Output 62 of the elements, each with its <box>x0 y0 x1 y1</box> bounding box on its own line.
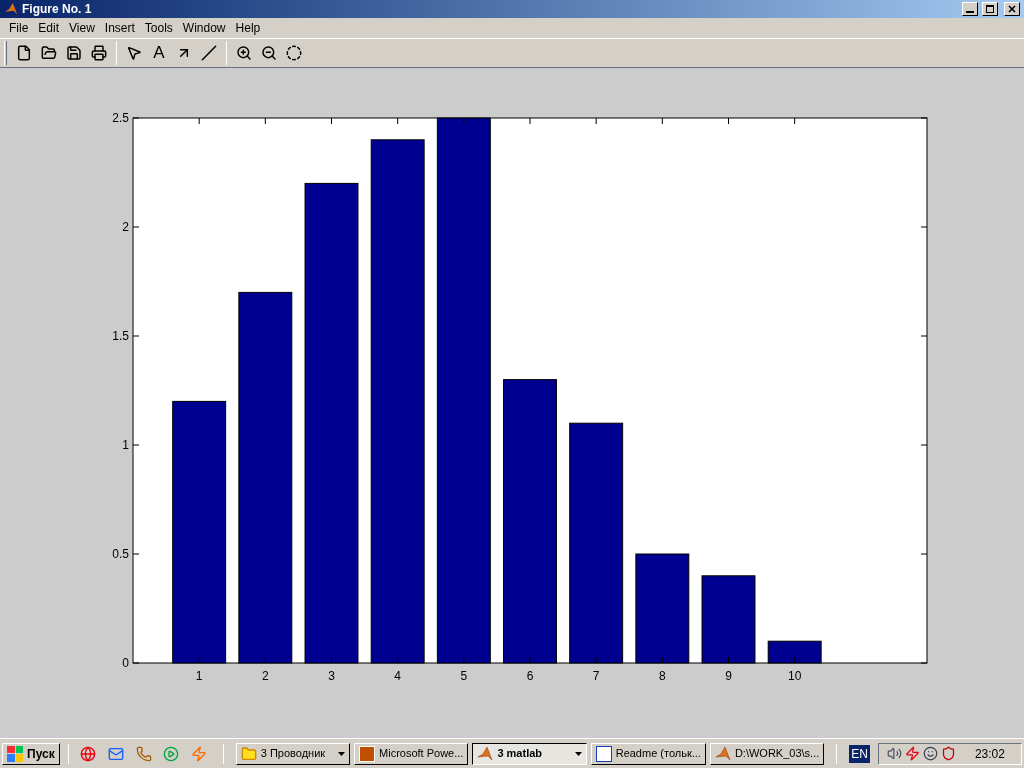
task-button[interactable]: Readme (тольк... <box>590 742 706 765</box>
minimize-button[interactable] <box>962 2 978 16</box>
text-tool-button[interactable]: A <box>147 41 171 65</box>
face-icon[interactable] <box>922 746 938 761</box>
task-button[interactable]: 3 Проводник <box>235 742 351 765</box>
menu-item[interactable]: Tools <box>139 19 178 37</box>
x-tick-label: 8 <box>659 669 666 683</box>
task-button[interactable]: Microsoft Powe... <box>354 742 469 765</box>
close-button[interactable] <box>1004 2 1020 16</box>
shield-icon[interactable] <box>940 746 956 761</box>
x-tick-label: 9 <box>725 669 732 683</box>
play-icon <box>163 745 180 762</box>
line-icon <box>201 45 217 61</box>
speaker-icon[interactable] <box>886 746 902 761</box>
pointer-icon <box>126 45 142 61</box>
x-tick-label: 2 <box>262 669 269 683</box>
menu-item[interactable]: Insert <box>99 19 140 37</box>
lightning-icon <box>190 745 207 762</box>
peak-logo-icon <box>714 745 731 762</box>
x-tick-label: 6 <box>526 669 534 683</box>
clock: 23:02 <box>974 745 1005 763</box>
phone-icon <box>135 745 152 762</box>
menu-item[interactable]: Edit <box>33 19 65 37</box>
menu-item[interactable]: View <box>64 19 100 37</box>
save-icon <box>66 45 82 61</box>
peak-logo-icon <box>4 2 18 16</box>
restore-button[interactable] <box>982 2 998 16</box>
menu-item[interactable]: Window <box>177 19 231 37</box>
menu-item[interactable]: File <box>4 19 34 37</box>
globe-icon <box>80 745 97 762</box>
printer-icon <box>91 45 107 61</box>
mail-icon <box>108 745 125 762</box>
window-title: Figure No. 1 <box>22 1 93 18</box>
x-tick-label: 5 <box>460 669 468 683</box>
x-tick-label: 7 <box>592 669 600 683</box>
y-tick-label: 2 <box>122 220 129 234</box>
open-folder-icon <box>41 45 57 61</box>
task-button[interactable]: 3 matlab <box>472 742 587 765</box>
x-tick-label: 3 <box>328 669 335 683</box>
y-tick-label: 0.5 <box>112 547 129 561</box>
y-tick-label: 1.5 <box>112 329 129 343</box>
peak-logo-icon <box>477 745 494 762</box>
x-tick-label: 10 <box>788 669 802 683</box>
antivirus-icon[interactable] <box>904 746 920 761</box>
start-button[interactable]: Пуск <box>2 742 60 765</box>
menu-item[interactable]: Help <box>230 19 266 37</box>
document-icon <box>595 745 612 762</box>
x-tick-label: 1 <box>195 669 203 683</box>
y-tick-label: 2.5 <box>112 111 129 125</box>
new-file-icon <box>16 45 32 61</box>
language-indicator[interactable]: EN <box>849 744 870 763</box>
zoom-out-icon <box>261 45 277 61</box>
zoom-in-icon <box>236 45 252 61</box>
y-tick-label: 0 <box>122 656 129 670</box>
y-tick-label: 1 <box>122 438 129 452</box>
x-tick-label: 4 <box>394 669 401 683</box>
slides-icon <box>359 745 376 762</box>
rotate-icon <box>286 45 302 61</box>
windows-logo-icon <box>7 745 23 762</box>
task-button[interactable]: D:\WORK_03\s... <box>709 742 825 765</box>
folder-icon <box>240 745 257 762</box>
close-icon <box>1008 5 1016 13</box>
